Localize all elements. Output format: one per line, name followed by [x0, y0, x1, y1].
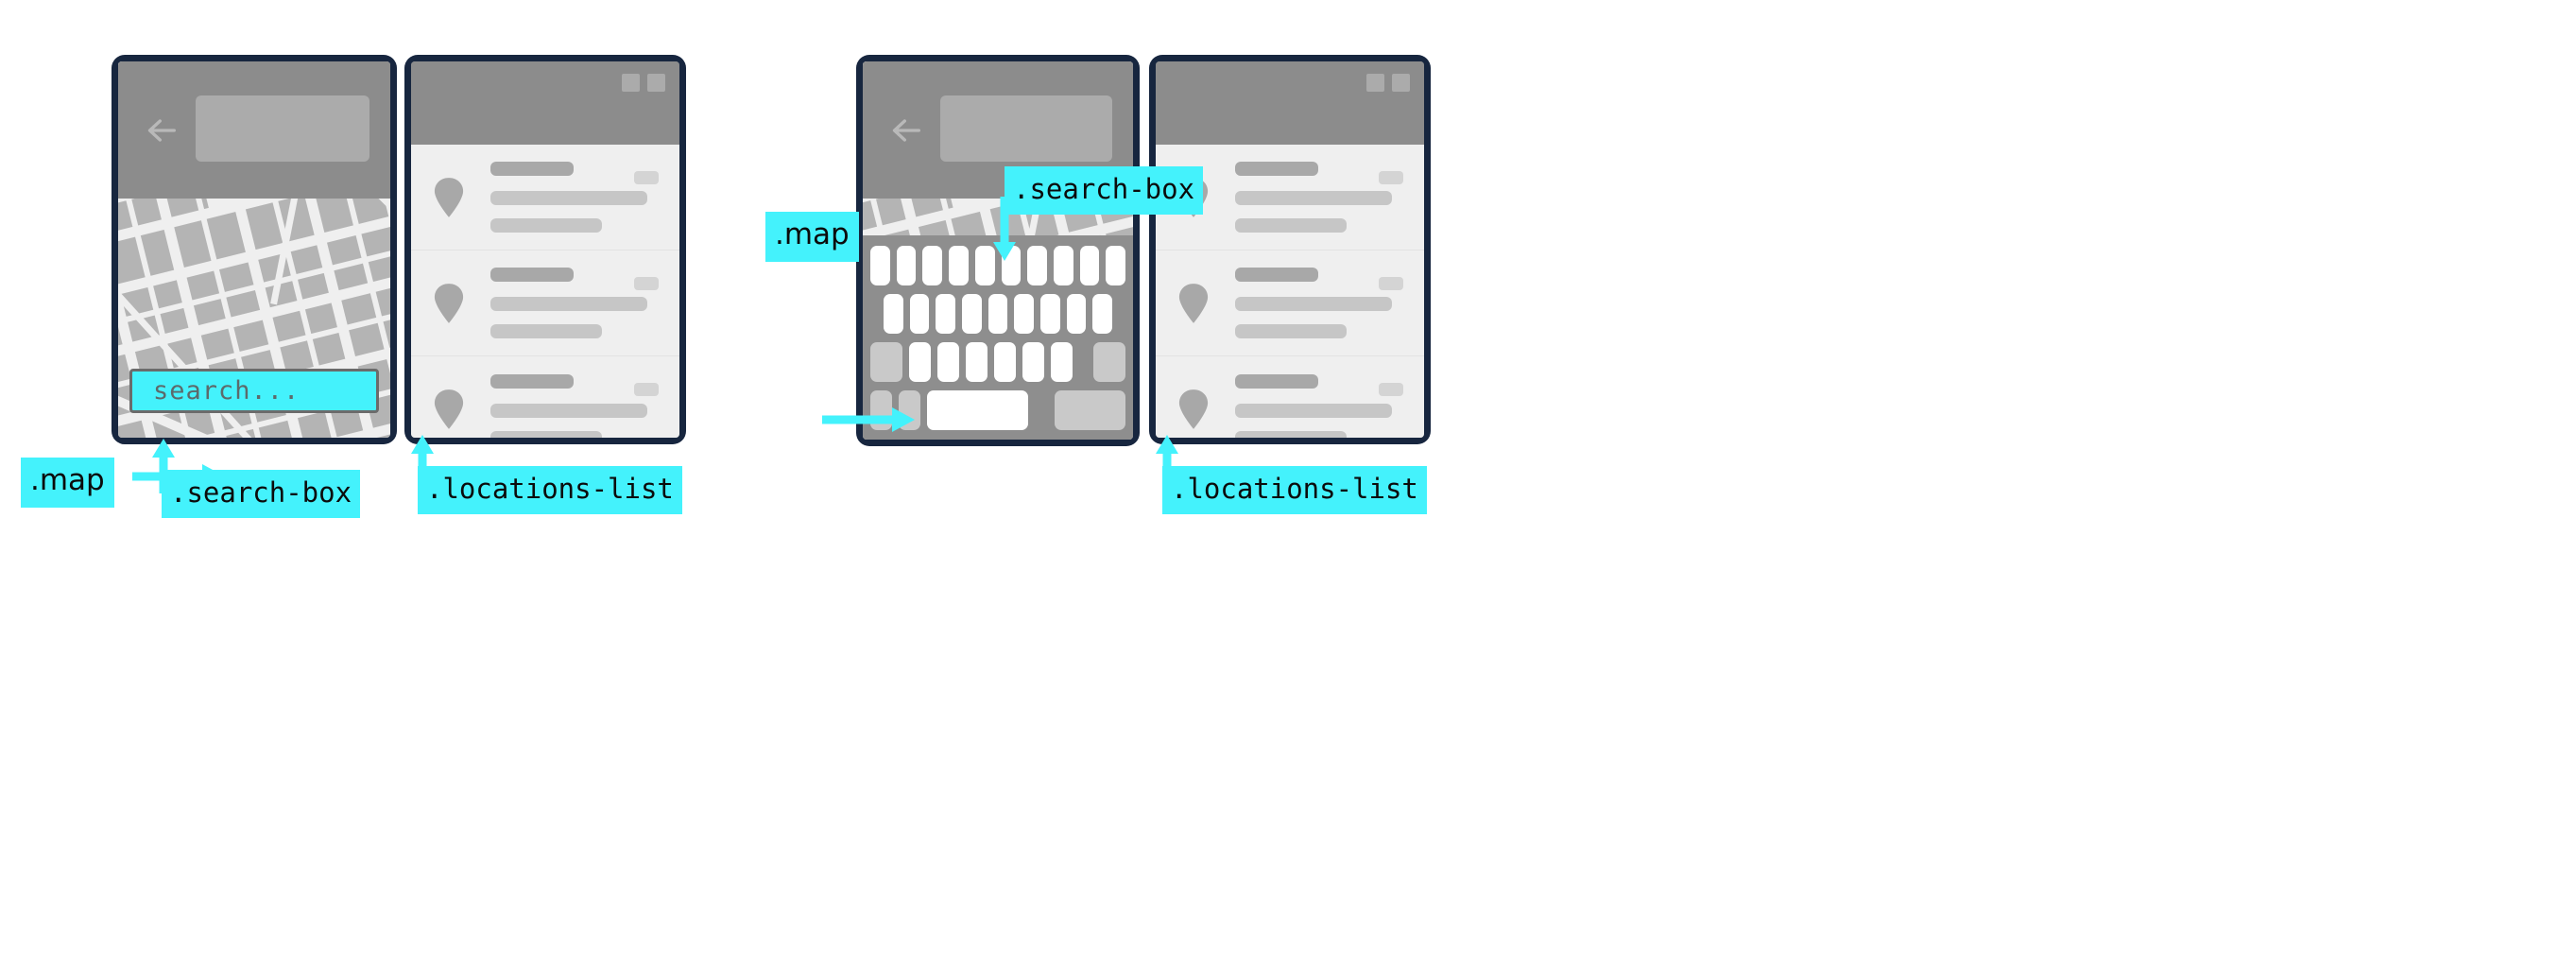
- keyboard-key[interactable]: [936, 294, 956, 334]
- keyboard-key[interactable]: [1066, 294, 1087, 334]
- keyboard-key[interactable]: [962, 294, 982, 334]
- list-item-meta: [1235, 218, 1347, 233]
- maximize-button[interactable]: [1392, 74, 1410, 92]
- keyboard-key[interactable]: [1079, 246, 1100, 285]
- map-pin-icon: [432, 282, 466, 325]
- list-item-subtitle: [1235, 191, 1392, 205]
- list-item-meta: [490, 218, 602, 233]
- keyboard-key[interactable]: [1014, 294, 1035, 334]
- list-item[interactable]: [411, 356, 679, 438]
- list-item-subtitle: [490, 191, 647, 205]
- locations-list[interactable]: [411, 145, 679, 438]
- minimize-button[interactable]: [622, 74, 640, 92]
- keyboard-key[interactable]: [987, 294, 1008, 334]
- map-device-left: search...: [112, 55, 397, 444]
- list-item-title: [490, 373, 574, 389]
- status-badge: [1379, 277, 1403, 290]
- list-item-title: [1235, 162, 1318, 176]
- status-badge: [1379, 171, 1403, 184]
- status-badge: [634, 171, 659, 184]
- keyboard-row-3: [870, 342, 1125, 382]
- back-arrow-icon[interactable]: [887, 112, 925, 149]
- list-item-meta: [1235, 324, 1347, 338]
- keyboard-key[interactable]: [1092, 294, 1113, 334]
- window-controls-left: [622, 74, 665, 92]
- keyboard-key[interactable]: [909, 342, 931, 382]
- maximize-button[interactable]: [647, 74, 665, 92]
- list-item-subtitle: [1235, 297, 1392, 311]
- annotation-map-right: .map: [765, 212, 859, 262]
- list-item-title: [1235, 373, 1318, 389]
- map-pin-icon: [1176, 282, 1211, 325]
- list-item-subtitle: [490, 297, 647, 311]
- list-appbar-left: [411, 61, 679, 145]
- search-placeholder: search...: [153, 376, 301, 406]
- list-appbar-right: [1156, 61, 1424, 145]
- keyboard-key[interactable]: [896, 246, 917, 285]
- map-screen-left: search...: [118, 61, 390, 438]
- backspace-key[interactable]: [1093, 342, 1125, 382]
- list-item-meta: [490, 324, 602, 338]
- keyboard-key[interactable]: [1053, 246, 1073, 285]
- annotation-locations-list-left: .locations-list: [418, 466, 682, 514]
- annotation-locations-list-right: .locations-list: [1162, 466, 1427, 514]
- annotation-map-left: .map: [21, 458, 114, 508]
- shift-key[interactable]: [870, 342, 902, 382]
- list-item-subtitle: [1235, 403, 1392, 418]
- list-item-title: [490, 268, 574, 282]
- map-pin-icon: [432, 176, 466, 219]
- annotation-search-box-left: .search-box: [162, 470, 361, 518]
- keyboard-key[interactable]: [966, 342, 987, 382]
- keyboard-key[interactable]: [870, 246, 890, 285]
- keyboard-key[interactable]: [1106, 246, 1126, 285]
- status-badge: [1379, 383, 1403, 396]
- keyboard-key[interactable]: [994, 342, 1016, 382]
- list-item[interactable]: [411, 251, 679, 356]
- wireframe-canvas: .map search... .search-box .locations-li…: [0, 0, 2576, 968]
- minimize-button[interactable]: [1366, 74, 1384, 92]
- keyboard-key[interactable]: [884, 294, 903, 334]
- annotation-search-box-right: .search-box: [1005, 166, 1204, 215]
- status-badge: [634, 383, 659, 396]
- list-item-title: [490, 162, 574, 176]
- keyboard-key[interactable]: [1040, 294, 1060, 334]
- locations-list-device-right: [1149, 55, 1431, 444]
- keyboard-key[interactable]: [922, 246, 943, 285]
- locations-list-screen-left: [411, 61, 679, 438]
- appbar-search-field[interactable]: [196, 95, 369, 162]
- keyboard-key[interactable]: [1051, 342, 1073, 382]
- spacebar-key[interactable]: [927, 390, 1028, 430]
- window-controls-right: [1366, 74, 1410, 92]
- locations-list-device-left: [404, 55, 686, 444]
- list-item[interactable]: [1156, 251, 1424, 356]
- list-item[interactable]: [411, 145, 679, 251]
- keyboard-key[interactable]: [1022, 342, 1044, 382]
- list-item-meta: [490, 430, 602, 438]
- appbar-search-field[interactable]: [940, 95, 1112, 162]
- list-item-title: [1235, 268, 1318, 282]
- locations-list-screen-right: [1156, 61, 1424, 438]
- list-item-subtitle: [490, 403, 647, 418]
- back-arrow-icon[interactable]: [143, 112, 180, 149]
- return-key[interactable]: [1055, 390, 1125, 430]
- list-item[interactable]: [1156, 356, 1424, 438]
- keyboard-key[interactable]: [949, 246, 969, 285]
- map-pin-icon: [432, 388, 466, 431]
- map-pin-icon: [1176, 388, 1211, 431]
- connector-map-right: [822, 405, 917, 442]
- keyboard-row-2: [870, 294, 1125, 334]
- search-box[interactable]: search...: [129, 369, 379, 413]
- list-item-meta: [1235, 430, 1347, 438]
- map-appbar-left: [118, 61, 390, 199]
- status-badge: [634, 277, 659, 290]
- keyboard-key[interactable]: [937, 342, 959, 382]
- keyboard-key[interactable]: [909, 294, 930, 334]
